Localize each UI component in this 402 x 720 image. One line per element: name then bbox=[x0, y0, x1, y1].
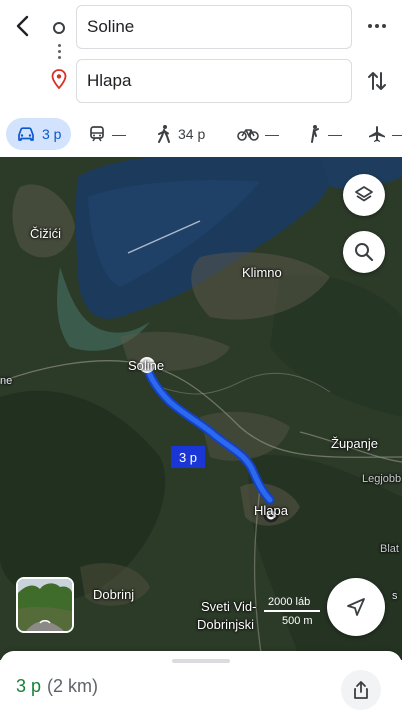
route-time-badge[interactable]: 3 p bbox=[171, 446, 205, 468]
mode-bike[interactable]: — bbox=[237, 118, 279, 150]
walking-icon bbox=[158, 125, 170, 143]
origin-circle-icon bbox=[53, 22, 65, 34]
mode-ride-label: — bbox=[328, 126, 342, 142]
arrow-left-icon bbox=[16, 15, 29, 37]
start-navigation-button[interactable] bbox=[327, 578, 385, 636]
place-label-edge-right: s bbox=[392, 590, 398, 602]
directions-panel: Soline Hlapa 3 p — 34 p — — bbox=[0, 0, 402, 157]
place-label-dobrinj: Dobrinj bbox=[93, 587, 135, 602]
mode-transit[interactable]: — bbox=[88, 118, 126, 150]
train-icon bbox=[90, 126, 104, 142]
layers-icon bbox=[355, 186, 373, 202]
route-summary: 3 p (2 km) bbox=[16, 676, 98, 697]
place-label-sveti: Sveti Vid- bbox=[201, 599, 257, 614]
origin-text: Soline bbox=[87, 17, 135, 36]
route-distance: (2 km) bbox=[47, 676, 99, 696]
mode-walk[interactable]: 34 p bbox=[156, 118, 205, 150]
destination-pin-icon bbox=[51, 69, 67, 89]
ride-hail-icon bbox=[311, 125, 319, 143]
place-label-blat: Blat bbox=[380, 543, 399, 555]
place-label-edge-left: ne bbox=[0, 375, 13, 387]
street-view-photo bbox=[18, 579, 72, 631]
route-summary-sheet[interactable]: 3 p (2 km) bbox=[0, 651, 402, 720]
scale-feet: 2000 láb bbox=[268, 596, 311, 608]
mode-drive[interactable]: 3 p bbox=[6, 118, 72, 150]
search-along-route-button[interactable] bbox=[343, 231, 385, 273]
mode-bike-label: — bbox=[265, 126, 279, 142]
share-icon bbox=[354, 681, 368, 699]
place-label-soline: Soline bbox=[128, 358, 165, 373]
car-icon bbox=[18, 127, 34, 141]
more-dots-icon bbox=[368, 24, 372, 28]
route-duration: 3 p bbox=[16, 676, 42, 696]
back-button[interactable] bbox=[10, 12, 36, 40]
bicycle-icon bbox=[237, 129, 259, 141]
street-view-thumbnail[interactable] bbox=[16, 577, 74, 633]
mode-flight[interactable]: — bbox=[368, 118, 402, 150]
scale-meters: 500 m bbox=[282, 615, 313, 627]
destination-text: Hlapa bbox=[87, 71, 132, 90]
navigation-arrow-icon bbox=[347, 598, 365, 616]
origin-field[interactable]: Soline bbox=[76, 5, 352, 49]
mode-ride[interactable]: — bbox=[306, 118, 342, 150]
mode-transit-label: — bbox=[112, 126, 126, 142]
swap-directions-button[interactable] bbox=[364, 67, 390, 95]
place-label-klimno: Klimno bbox=[242, 265, 282, 280]
travel-mode-bar: 3 p — 34 p — — bbox=[0, 116, 402, 156]
destination-field[interactable]: Hlapa bbox=[76, 59, 352, 103]
mode-walk-label: 34 p bbox=[178, 126, 206, 142]
connector-dot bbox=[58, 44, 61, 47]
connector-dot bbox=[58, 50, 61, 53]
search-icon bbox=[355, 243, 374, 262]
map-view[interactable]: Čižići Klimno ne Soline Županje Legjobb … bbox=[0, 157, 402, 660]
place-label-cizici: Čižići bbox=[30, 226, 62, 241]
route-indicator bbox=[48, 17, 70, 91]
airplane-icon bbox=[369, 126, 385, 142]
share-button[interactable] bbox=[341, 670, 381, 710]
mode-drive-label: 3 p bbox=[42, 126, 62, 142]
swap-vertical-icon bbox=[368, 72, 386, 90]
place-label-zupanje: Županje bbox=[331, 436, 378, 451]
place-label-hlapa: Hlapa bbox=[254, 503, 288, 518]
connector-dot bbox=[58, 56, 61, 59]
more-options-button[interactable] bbox=[362, 14, 392, 38]
mode-flight-label: — bbox=[392, 126, 402, 142]
place-label-dobrinjski: Dobrinjski bbox=[197, 617, 255, 632]
sheet-drag-handle[interactable] bbox=[172, 659, 230, 663]
layers-button[interactable] bbox=[343, 174, 385, 216]
place-label-legjobb: Legjobb bbox=[362, 473, 402, 485]
